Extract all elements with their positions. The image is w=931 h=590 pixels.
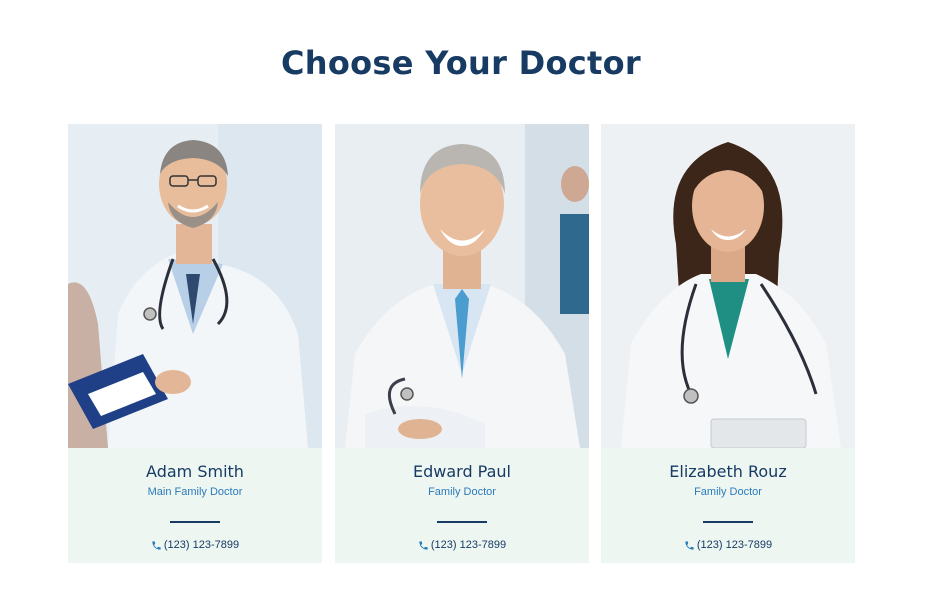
divider — [170, 521, 220, 523]
phone-icon — [152, 540, 161, 550]
doctor-card[interactable]: Adam Smith Main Family Doctor (123) 123-… — [68, 124, 322, 563]
doctors-section: Choose Your Doctor Adam Smith Main Famil… — [0, 0, 931, 590]
doctor-name[interactable]: Elizabeth Rouz — [601, 462, 855, 482]
phone-icon — [685, 540, 694, 550]
doctor-card[interactable]: Edward Paul Family Doctor (123) 123-7899 — [335, 124, 589, 563]
doctor-photo[interactable] — [335, 124, 589, 448]
doctor-phone[interactable]: (123) 123-7899 — [335, 538, 589, 552]
doctor-info: Edward Paul Family Doctor (123) 123-7899 — [335, 462, 589, 552]
doctor-info: Elizabeth Rouz Family Doctor (123) 123-7… — [601, 462, 855, 552]
doctor-name[interactable]: Adam Smith — [68, 462, 322, 482]
divider — [437, 521, 487, 523]
divider — [703, 521, 753, 523]
phone-number[interactable]: (123) 123-7899 — [164, 539, 239, 551]
phone-number[interactable]: (123) 123-7899 — [431, 539, 506, 551]
doctor-phone[interactable]: (123) 123-7899 — [601, 538, 855, 552]
doctor-info: Adam Smith Main Family Doctor (123) 123-… — [68, 462, 322, 552]
section-title: Choose Your Doctor — [280, 44, 642, 82]
phone-number[interactable]: (123) 123-7899 — [697, 539, 772, 551]
doctor-role: Family Doctor — [694, 486, 762, 498]
doctor-name[interactable]: Edward Paul — [335, 462, 589, 482]
doctor-photo[interactable] — [601, 124, 855, 448]
doctor-role: Main Family Doctor — [147, 486, 243, 498]
doctor-card[interactable]: Elizabeth Rouz Family Doctor (123) 123-7… — [601, 124, 855, 563]
phone-icon — [419, 540, 428, 550]
doctor-phone[interactable]: (123) 123-7899 — [68, 538, 322, 552]
doctor-role: Family Doctor — [428, 486, 496, 498]
doctor-photo[interactable] — [68, 124, 322, 448]
